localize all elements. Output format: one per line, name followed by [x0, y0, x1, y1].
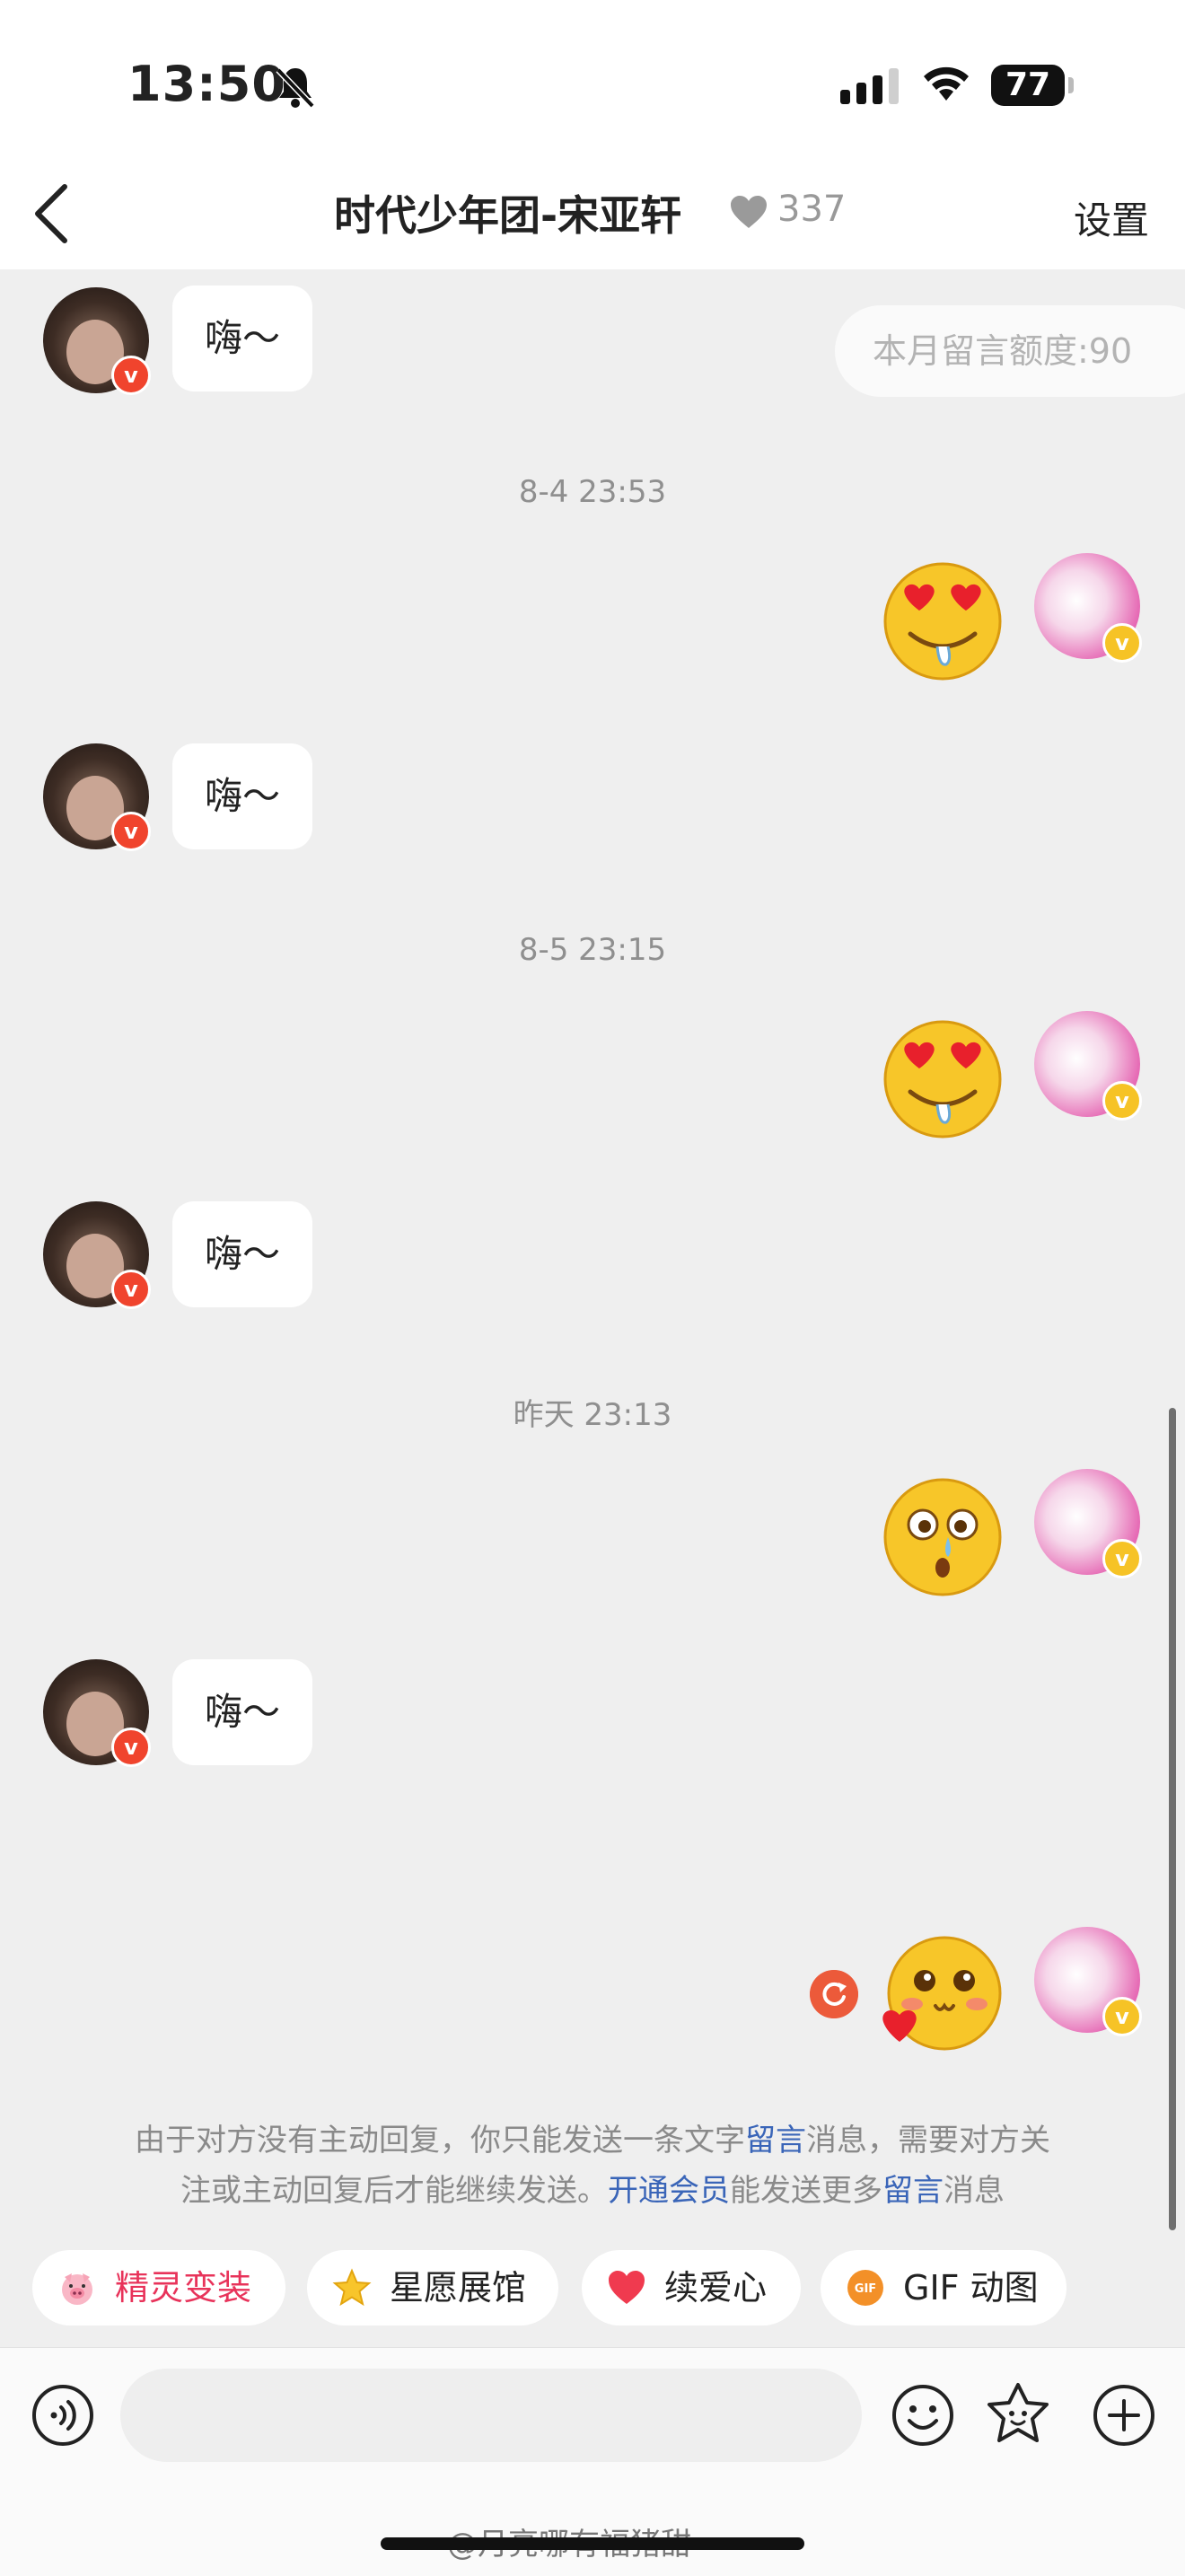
- chip-renew-heart[interactable]: 续爱心: [582, 2250, 801, 2325]
- verified-badge-icon: v: [1102, 1997, 1142, 2036]
- blushing-heart-emoji-icon[interactable]: [880, 1932, 1005, 2058]
- verified-badge-icon: v: [111, 1728, 151, 1767]
- resend-icon[interactable]: [810, 1970, 858, 2018]
- notice-text: 消息，需要对方关: [806, 2123, 1050, 2158]
- chip-label: 精灵变装: [115, 2268, 252, 2308]
- chip-sprite-dressup[interactable]: 精灵变装: [32, 2250, 285, 2325]
- message-bubble[interactable]: 嗨～: [172, 1659, 312, 1765]
- heart-icon: [731, 196, 767, 228]
- chip-label: 星愿展馆: [390, 2268, 527, 2308]
- verified-badge-icon: v: [111, 812, 151, 851]
- page-title: 时代少年团-宋亚轩: [334, 191, 682, 240]
- message-bubble[interactable]: 嗨～: [172, 743, 312, 849]
- send-limit-notice: 由于对方没有主动回复，你只能发送一条文字留言消息，需要对方关 注或主动回复后才能…: [54, 2115, 1131, 2216]
- verified-badge-icon: v: [111, 1270, 151, 1309]
- surprised-emoji-icon[interactable]: [880, 1474, 1005, 1600]
- message-timestamp: 8-5 23:15: [518, 932, 667, 968]
- heart-icon: [609, 2271, 645, 2304]
- notice-text: 注或主动回复后才能继续发送。: [180, 2173, 608, 2209]
- message-quota-badge: 本月留言额度:90: [835, 305, 1185, 397]
- notice-text: 消息: [944, 2173, 1005, 2209]
- home-indicator: [381, 2537, 804, 2550]
- bell-muted-icon: [276, 67, 315, 109]
- pig-icon: [62, 2273, 92, 2305]
- add-icon[interactable]: [1088, 2379, 1160, 2451]
- verified-badge-icon: v: [111, 356, 151, 395]
- star-smile-icon[interactable]: [982, 2379, 1054, 2451]
- scrollbar[interactable]: [1169, 1408, 1176, 2230]
- heart-eyes-drool-emoji-icon[interactable]: [880, 558, 1005, 684]
- status-bar: 13:50 77: [0, 0, 1185, 162]
- battery-cap: [1068, 77, 1074, 93]
- notice-link-message[interactable]: 留言: [745, 2123, 806, 2158]
- message-timestamp: 8-4 23:53: [518, 474, 667, 510]
- chip-label: 续爱心: [664, 2268, 768, 2308]
- chip-gif[interactable]: GIF GIF 动图: [821, 2250, 1066, 2325]
- message-bubble[interactable]: 嗨～: [172, 286, 312, 391]
- verified-badge-icon: v: [1102, 623, 1142, 663]
- cellular-signal-icon: [840, 68, 899, 104]
- intimacy-score: 337: [777, 189, 847, 230]
- back-arrow-icon[interactable]: [25, 178, 79, 250]
- notice-link-message[interactable]: 留言: [882, 2173, 944, 2209]
- voice-icon[interactable]: [27, 2379, 99, 2451]
- message-input[interactable]: [120, 2369, 862, 2462]
- open-vip-link[interactable]: 开通会员: [608, 2173, 730, 2209]
- svg-text:GIF: GIF: [855, 2282, 876, 2296]
- settings-button[interactable]: 设置: [1074, 190, 1149, 245]
- chip-label: GIF 动图: [903, 2268, 1039, 2308]
- star-icon: [332, 2268, 372, 2307]
- status-time: 13:50: [127, 56, 286, 112]
- emoji-icon[interactable]: [887, 2379, 959, 2451]
- verified-badge-icon: v: [1102, 1539, 1142, 1578]
- message-bubble[interactable]: 嗨～: [172, 1201, 312, 1307]
- battery-icon: 77: [991, 65, 1065, 106]
- gif-icon: GIF: [847, 2270, 883, 2306]
- heart-eyes-drool-emoji-icon[interactable]: [880, 1016, 1005, 1142]
- chip-star-gallery[interactable]: 星愿展馆: [307, 2250, 558, 2325]
- notice-text: 由于对方没有主动回复，你只能发送一条文字: [135, 2123, 745, 2158]
- notice-text: 能发送更多: [730, 2173, 882, 2209]
- message-timestamp: 昨天 23:13: [513, 1397, 672, 1433]
- verified-badge-icon: v: [1102, 1081, 1142, 1121]
- wifi-icon: [924, 66, 969, 101]
